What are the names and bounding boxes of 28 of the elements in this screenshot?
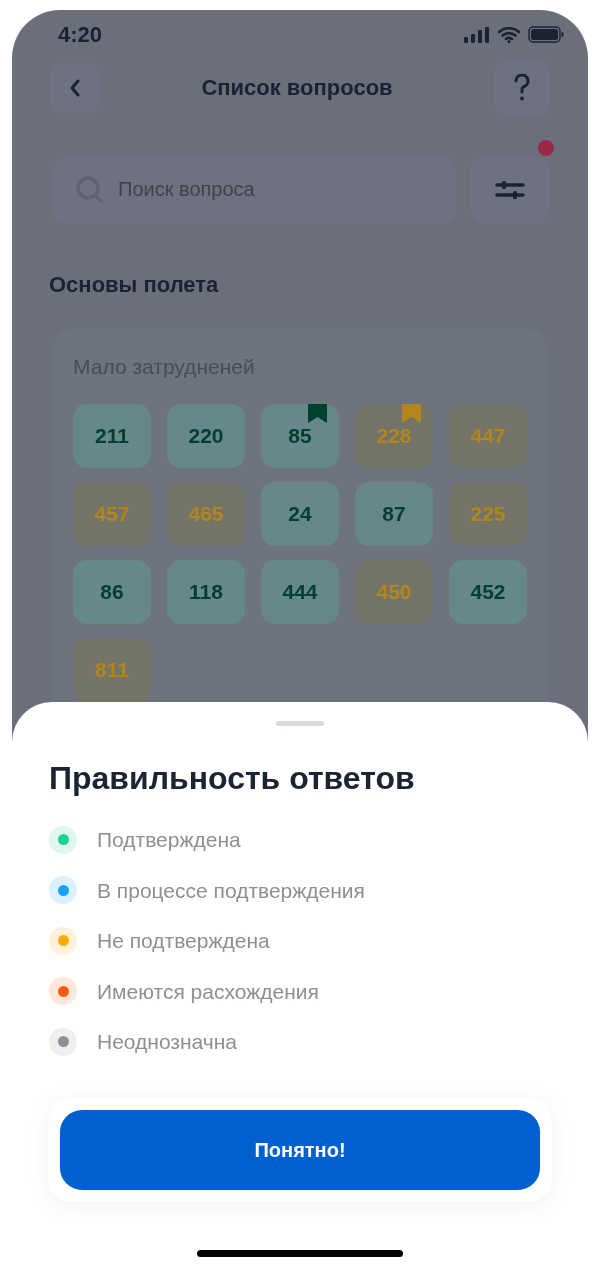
question-tile[interactable]: 211 (73, 404, 151, 468)
legend-label: Не подтверждена (97, 928, 270, 954)
wifi-icon (498, 26, 520, 43)
status-time: 4:20 (58, 21, 103, 50)
legend-label: Имеются расхождения (97, 978, 319, 1005)
question-tile[interactable]: 86 (73, 560, 151, 624)
question-tile[interactable]: 220 (167, 404, 245, 468)
question-tile[interactable]: 452 (449, 560, 527, 624)
sheet-title: Правильность ответов (49, 759, 416, 798)
question-tile[interactable]: 87 (355, 482, 433, 546)
confirm-button[interactable]: Понятно! (60, 1109, 540, 1190)
back-button[interactable] (50, 62, 100, 113)
question-mark-icon (513, 73, 531, 102)
section-title: Основы полета (49, 270, 220, 299)
screen-title: Список вопросов (201, 74, 393, 102)
chevron-left-icon (69, 78, 81, 97)
question-tile[interactable]: 24 (261, 482, 339, 546)
battery-icon (528, 26, 564, 44)
question-tile[interactable]: 118 (167, 560, 245, 624)
drag-handle[interactable] (276, 721, 324, 726)
filter-button[interactable] (470, 155, 550, 224)
question-tile[interactable]: 85 (261, 404, 339, 468)
signal-icon (464, 26, 490, 43)
legend-label: В процессе подтверждения (97, 877, 365, 904)
legend-label: Неоднозначна (97, 1029, 238, 1055)
legend-label: Подтверждена (97, 827, 241, 853)
question-tile[interactable]: 444 (261, 560, 339, 624)
help-button[interactable] (494, 59, 550, 116)
